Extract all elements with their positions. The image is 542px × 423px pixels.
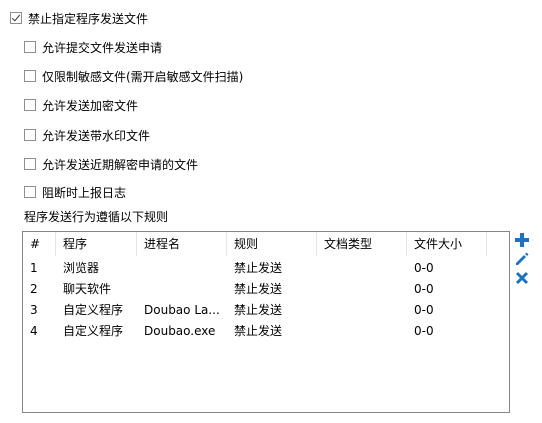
cell-index: 3 xyxy=(30,303,38,317)
cell-doc-type xyxy=(317,321,407,342)
column-header-index[interactable]: # xyxy=(23,232,56,256)
option-label: 仅限制敏感文件(需开启敏感文件扫描) xyxy=(42,69,244,84)
cell-rule: 禁止发送 xyxy=(234,261,283,275)
option-allow-recent-decrypt[interactable]: 允许发送近期解密申请的文件 xyxy=(24,155,198,173)
cell-process: Doubao La... xyxy=(144,303,220,317)
table-row[interactable]: 4 自定义程序 Doubao.exe 禁止发送 0-0 xyxy=(23,321,509,342)
checkbox[interactable] xyxy=(24,158,36,170)
cell-rule: 禁止发送 xyxy=(234,303,283,317)
plus-icon xyxy=(515,233,529,247)
option-label: 允许发送近期解密申请的文件 xyxy=(42,157,199,172)
cell-file-size: 0-0 xyxy=(414,282,434,296)
table-row[interactable]: 2 聊天软件 禁止发送 0-0 xyxy=(23,279,509,300)
option-allow-send-request[interactable]: 允许提交文件发送申请 xyxy=(24,38,162,56)
checkbox[interactable] xyxy=(24,70,36,82)
cell-doc-type xyxy=(317,279,407,300)
edit-rule-button[interactable] xyxy=(513,250,531,268)
cell-index: 4 xyxy=(30,324,38,338)
cell-program: 自定义程序 xyxy=(63,303,124,317)
close-icon xyxy=(515,271,529,285)
pencil-icon xyxy=(516,252,529,265)
table-row[interactable]: 3 自定义程序 Doubao La... 禁止发送 0-0 xyxy=(23,300,509,321)
cell-index: 2 xyxy=(30,282,38,296)
rules-section-label: 程序发送行为遵循以下规则 xyxy=(24,210,169,224)
table-header: # 程序 进程名 规则 文档类型 文件大小 xyxy=(23,232,509,256)
cell-doc-type xyxy=(317,300,407,321)
cell-process: Doubao.exe xyxy=(144,324,216,338)
option-label: 阻断时上报日志 xyxy=(42,185,127,200)
option-label: 禁止指定程序发送文件 xyxy=(28,11,149,26)
column-header-program[interactable]: 程序 xyxy=(56,232,137,256)
column-header-rule[interactable]: 规则 xyxy=(227,232,317,256)
cell-file-size: 0-0 xyxy=(414,303,434,317)
option-allow-encrypted[interactable]: 允许发送加密文件 xyxy=(24,96,138,114)
cell-index: 1 xyxy=(30,261,38,275)
option-label: 允许提交文件发送申请 xyxy=(42,40,163,55)
checkbox[interactable] xyxy=(24,99,36,111)
option-label: 允许发送带水印文件 xyxy=(42,128,151,143)
cell-program: 聊天软件 xyxy=(63,282,112,296)
cell-program: 浏览器 xyxy=(63,261,100,275)
column-header-file-size[interactable]: 文件大小 xyxy=(407,232,487,256)
table-row[interactable]: 1 浏览器 禁止发送 0-0 xyxy=(23,258,509,279)
option-allow-watermark[interactable]: 允许发送带水印文件 xyxy=(24,126,150,144)
cell-process xyxy=(137,279,227,300)
cell-file-size: 0-0 xyxy=(414,324,434,338)
option-label: 允许发送加密文件 xyxy=(42,98,139,113)
option-sensitive-only[interactable]: 仅限制敏感文件(需开启敏感文件扫描) xyxy=(24,67,243,85)
option-block-specified-programs[interactable]: 禁止指定程序发送文件 xyxy=(10,9,148,27)
rules-table[interactable]: # 程序 进程名 规则 文档类型 文件大小 1 浏览器 禁止发送 0-0 2 聊… xyxy=(22,231,510,413)
option-report-log[interactable]: 阻断时上报日志 xyxy=(24,183,126,201)
cell-rule: 禁止发送 xyxy=(234,324,283,338)
cell-process xyxy=(137,258,227,279)
cell-doc-type xyxy=(317,258,407,279)
cell-program: 自定义程序 xyxy=(63,324,124,338)
delete-rule-button[interactable] xyxy=(513,269,531,287)
checkbox[interactable] xyxy=(10,12,22,24)
checkbox[interactable] xyxy=(24,129,36,141)
column-header-doc-type[interactable]: 文档类型 xyxy=(317,232,407,256)
checkbox[interactable] xyxy=(24,186,36,198)
cell-file-size: 0-0 xyxy=(414,261,434,275)
column-header-process[interactable]: 进程名 xyxy=(137,232,227,256)
add-rule-button[interactable] xyxy=(513,231,531,249)
checkbox[interactable] xyxy=(24,41,36,53)
cell-rule: 禁止发送 xyxy=(234,282,283,296)
